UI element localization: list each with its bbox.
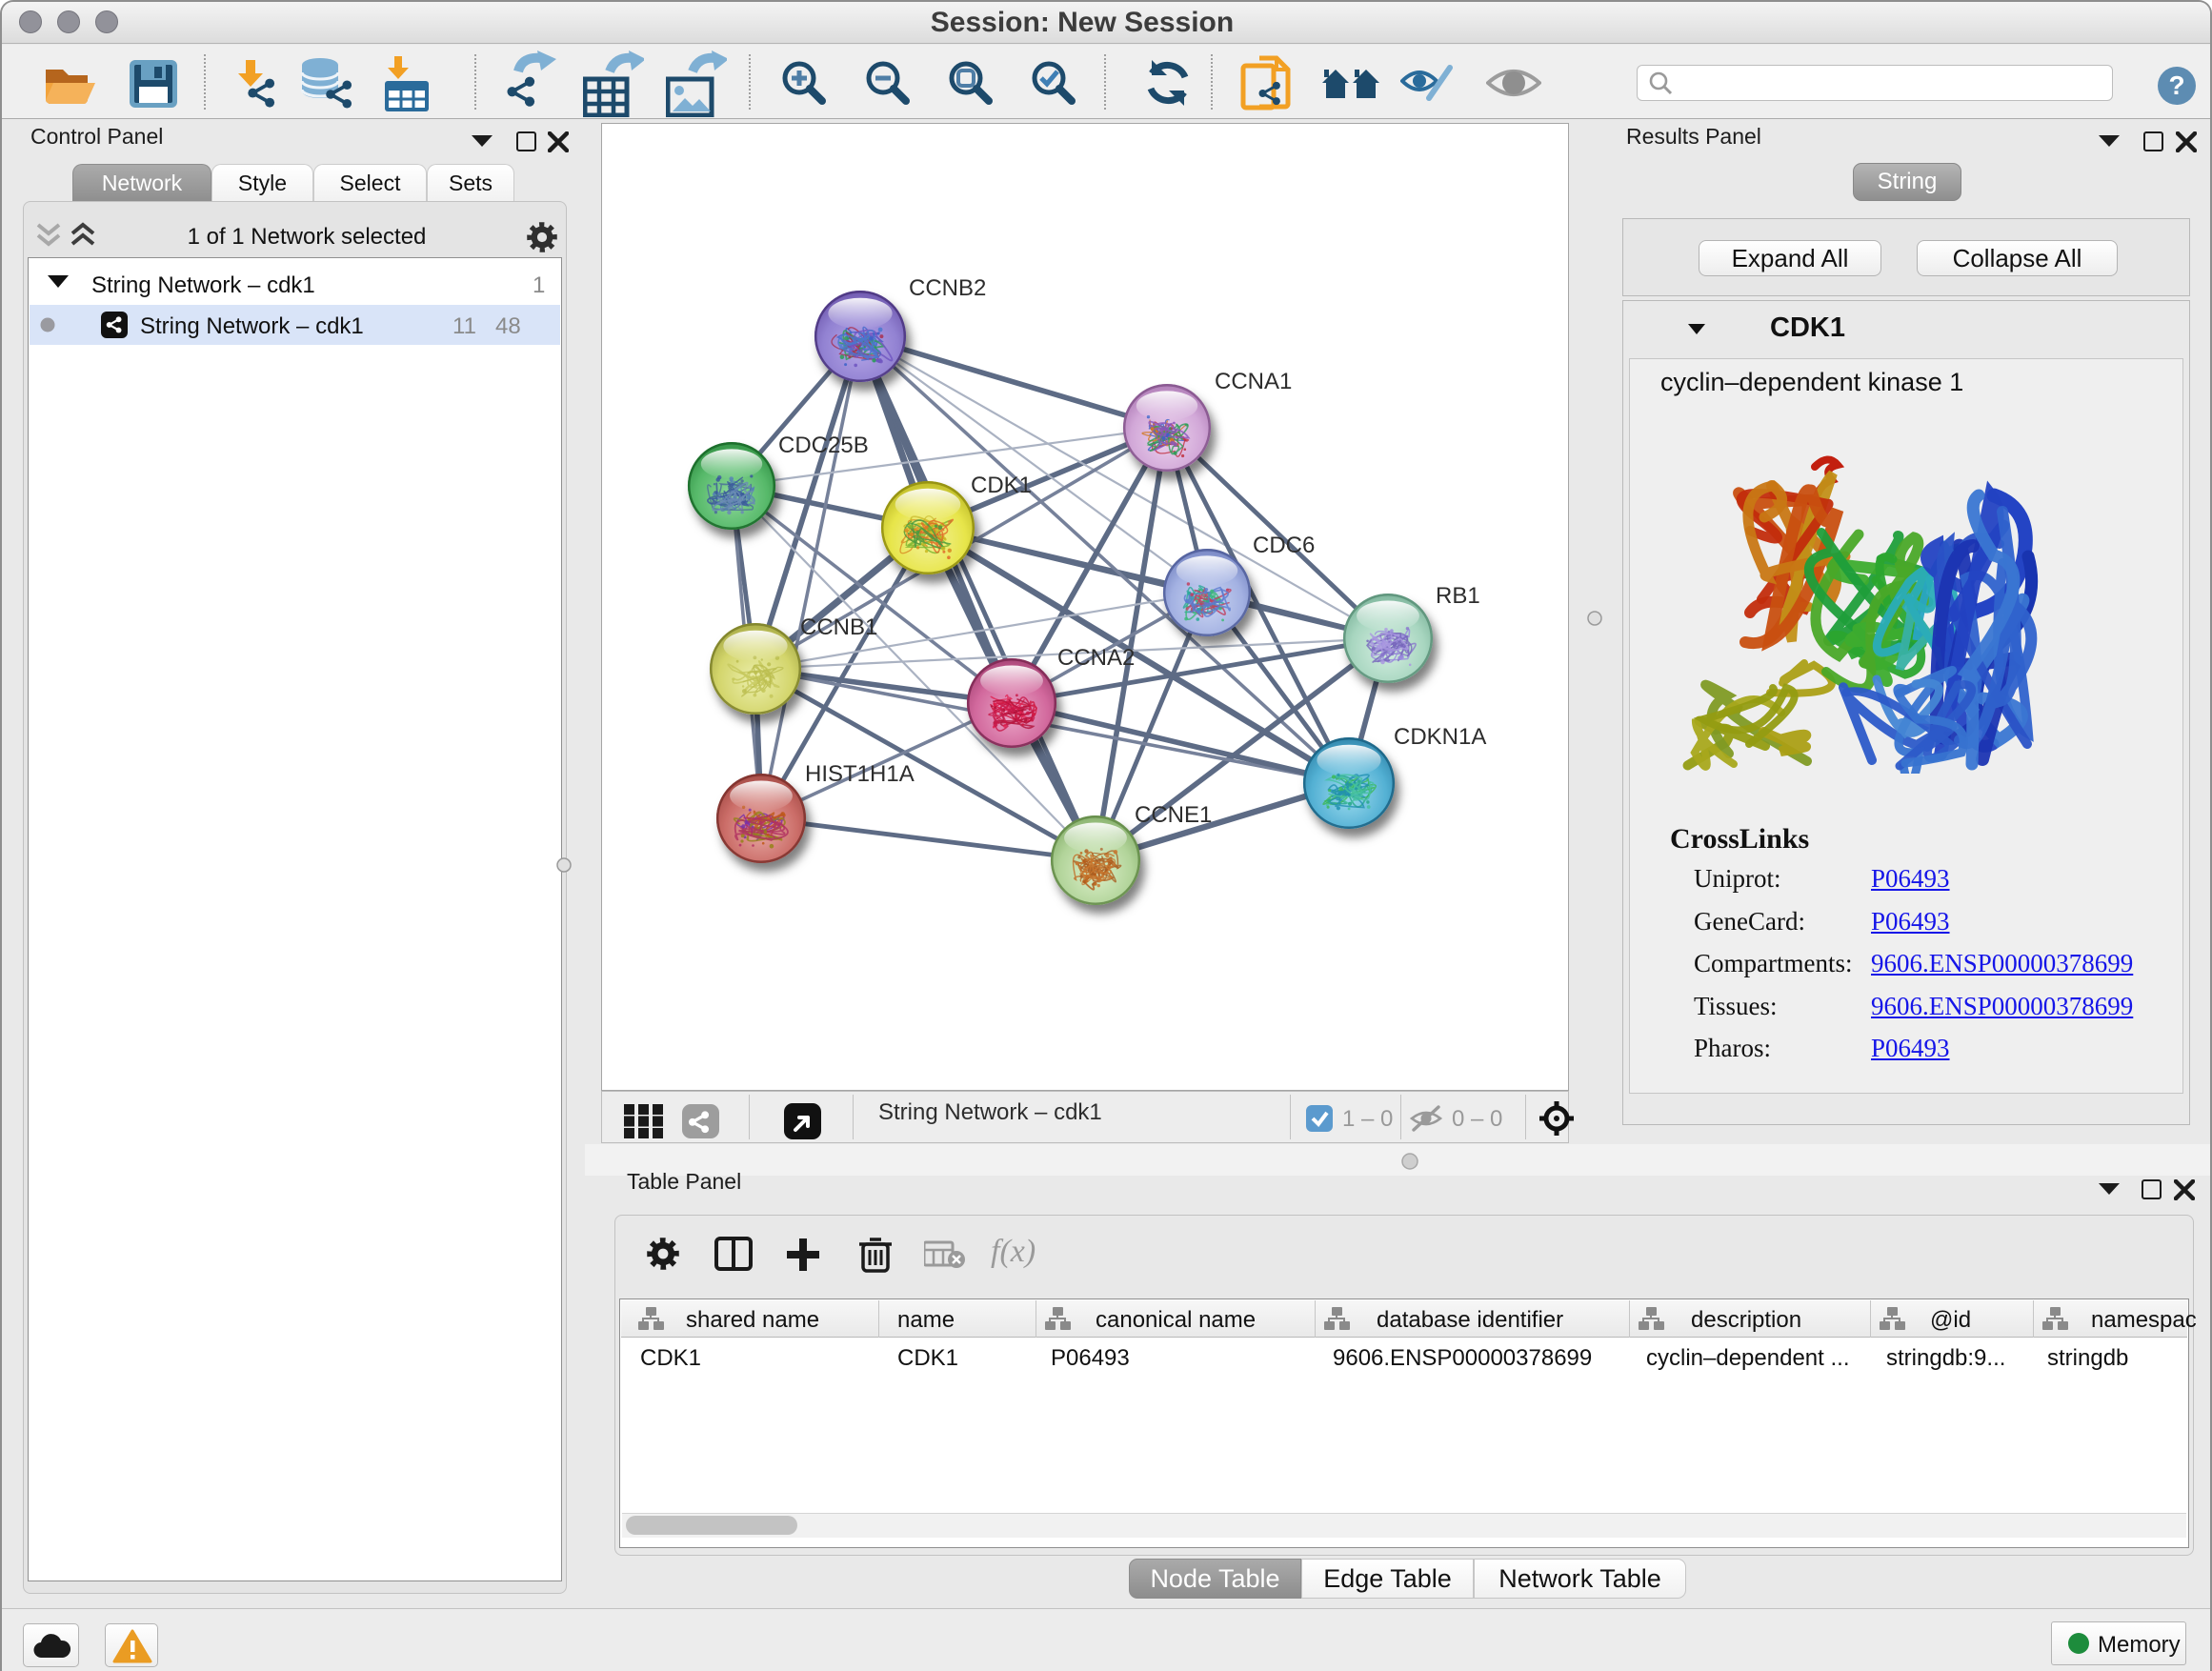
svg-text:CDK1: CDK1 (971, 473, 1032, 498)
svg-text:HIST1H1A: HIST1H1A (805, 761, 915, 787)
svg-text:CDKN1A: CDKN1A (1394, 724, 1486, 750)
svg-text:CCNA1: CCNA1 (1215, 369, 1292, 394)
svg-text:CDC25B: CDC25B (778, 433, 869, 458)
svg-text:CCNA2: CCNA2 (1057, 645, 1135, 671)
svg-text:RB1: RB1 (1436, 583, 1480, 609)
svg-text:CDC6: CDC6 (1253, 533, 1315, 558)
svg-text:CCNE1: CCNE1 (1135, 802, 1212, 828)
svg-text:CCNB1: CCNB1 (800, 614, 877, 640)
svg-text:CCNB2: CCNB2 (909, 275, 986, 301)
